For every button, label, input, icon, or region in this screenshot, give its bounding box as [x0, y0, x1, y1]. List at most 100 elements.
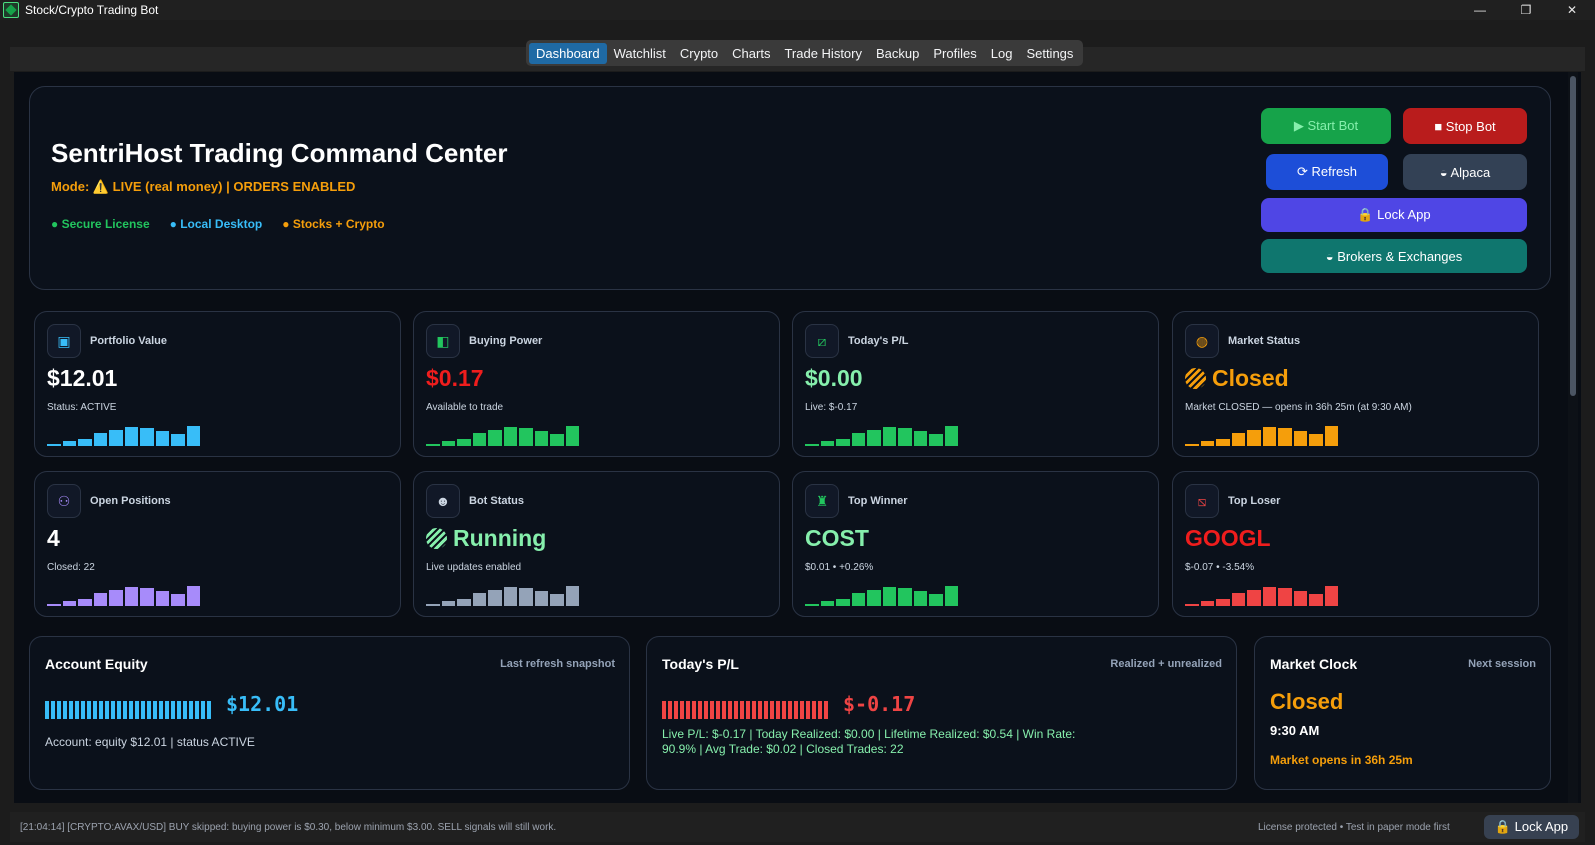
- spark-bar: [944, 426, 958, 446]
- card-value: COST: [805, 525, 869, 551]
- equity-details: Account: equity $12.01 | status ACTIVE: [45, 735, 255, 749]
- card-value: $0.17: [426, 365, 484, 391]
- spark-bar: [913, 431, 927, 446]
- stat-card-market-status: ◍ Market Status Closed Market CLOSED — open…: [1172, 311, 1539, 457]
- spark-bar: [171, 594, 185, 606]
- market-countdown: Market opens in 36h 25m: [1270, 753, 1413, 767]
- spark-bar: [488, 590, 502, 606]
- statusbar-lock-button[interactable]: 🔒 Lock App: [1484, 815, 1579, 839]
- stat-card-open-positions: ⚇ Open Positions 4 Closed: 22: [34, 471, 401, 617]
- app-logo-icon: [3, 2, 19, 18]
- status-message: [21:04:14] [CRYPTO:AVAX/USD] BUY skipped…: [20, 822, 557, 833]
- panel-hint: Last refresh snapshot: [500, 658, 615, 670]
- spark-bar: [1185, 444, 1199, 446]
- feature-tags: ● Secure License ● Local Desktop ● Stock…: [51, 217, 385, 231]
- meter-segment: [165, 701, 169, 719]
- market-clock-panel: Market Clock Next session Closed 9:30 AM…: [1254, 636, 1551, 790]
- sparkline: [805, 584, 958, 606]
- panel-title: Market Clock: [1270, 656, 1358, 672]
- meter-segment: [752, 701, 756, 719]
- meter-segment: [201, 701, 205, 719]
- lock-app-button[interactable]: 🔒 Lock App: [1261, 198, 1527, 232]
- spark-bar: [565, 426, 579, 446]
- trend-chart-icon: ⧄: [805, 324, 839, 358]
- spark-bar: [62, 601, 76, 606]
- spark-bar: [898, 428, 912, 446]
- meter-segment: [153, 701, 157, 719]
- spark-bar: [109, 590, 123, 606]
- meter-segment: [81, 701, 85, 719]
- card-subtext: Live updates enabled: [426, 562, 522, 573]
- briefcase-icon: ▣: [47, 324, 81, 358]
- start-bot-button[interactable]: ▶ Start Bot: [1261, 108, 1391, 144]
- meter-segment: [51, 701, 55, 719]
- spark-bar: [836, 599, 850, 606]
- spark-bar: [441, 441, 455, 446]
- minimize-icon[interactable]: —: [1457, 0, 1503, 20]
- meter-segment: [105, 701, 109, 719]
- tab-backup[interactable]: Backup: [869, 43, 926, 64]
- tab-trade-history[interactable]: Trade History: [777, 43, 869, 64]
- spark-bar: [836, 439, 850, 446]
- spark-bar: [155, 591, 169, 606]
- stat-card-bot-status: ☻ Bot Status Running Live updates enabled: [413, 471, 780, 617]
- alpaca-button[interactable]: ◒ Alpaca: [1403, 154, 1527, 190]
- spark-bar: [426, 444, 440, 446]
- spark-bar: [1247, 430, 1261, 446]
- meter-segment: [129, 701, 133, 719]
- brokers-exchanges-button[interactable]: ◒ Brokers & Exchanges: [1261, 239, 1527, 273]
- meter-segment: [87, 701, 91, 719]
- meter-segment: [135, 701, 139, 719]
- spark-bar: [1247, 590, 1261, 606]
- spark-bar: [534, 591, 548, 606]
- spark-bar: [1200, 601, 1214, 606]
- stat-card-top-winner: ♜ Top Winner COST $0.01 • +0.26%: [792, 471, 1159, 617]
- meter-segment: [806, 701, 810, 719]
- scrollbar-thumb[interactable]: [1570, 76, 1576, 396]
- meter-segment: [776, 701, 780, 719]
- meter-segment: [57, 701, 61, 719]
- pl-meter: [662, 701, 828, 719]
- spark-bar: [140, 588, 154, 606]
- tab-settings[interactable]: Settings: [1019, 43, 1080, 64]
- card-label: Open Positions: [90, 495, 171, 507]
- tab-dashboard[interactable]: Dashboard: [529, 42, 607, 64]
- spark-bar: [124, 427, 138, 446]
- close-icon[interactable]: ✕: [1549, 0, 1595, 20]
- meter-segment: [824, 701, 828, 719]
- meter-segment: [117, 701, 121, 719]
- maximize-icon[interactable]: ❐: [1503, 0, 1549, 20]
- pl-value: $-0.17: [843, 692, 916, 716]
- sparkline: [47, 424, 200, 446]
- spark-bar: [1278, 428, 1292, 446]
- spark-bar: [913, 591, 927, 606]
- stop-bot-button[interactable]: ■ Stop Bot: [1403, 108, 1527, 144]
- spark-bar: [140, 428, 154, 446]
- spark-bar: [519, 588, 533, 606]
- card-value-text: Closed: [1212, 365, 1289, 391]
- sparkline: [426, 584, 579, 606]
- sparkline: [1185, 424, 1338, 446]
- card-value: Closed: [1185, 365, 1289, 392]
- card-label: Buying Power: [469, 335, 543, 347]
- todays-pl-panel: Today's P/L Realized + unrealized $-0.17…: [646, 636, 1237, 790]
- card-subtext: $0.01 • +0.26%: [805, 562, 874, 573]
- spark-bar: [1216, 599, 1230, 606]
- spark-bar: [805, 444, 819, 446]
- tab-watchlist[interactable]: Watchlist: [607, 43, 673, 64]
- card-label: Portfolio Value: [90, 335, 168, 347]
- spark-bar: [78, 599, 92, 606]
- spark-bar: [441, 601, 455, 606]
- panel-hint: Realized + unrealized: [1110, 658, 1222, 670]
- tab-crypto[interactable]: Crypto: [673, 43, 725, 64]
- tab-profiles[interactable]: Profiles: [926, 43, 983, 64]
- meter-segment: [674, 701, 678, 719]
- meter-segment: [171, 701, 175, 719]
- tab-charts[interactable]: Charts: [725, 43, 777, 64]
- meter-segment: [668, 701, 672, 719]
- tab-log[interactable]: Log: [984, 43, 1020, 64]
- spark-bar: [867, 430, 881, 446]
- meter-segment: [788, 701, 792, 719]
- refresh-button[interactable]: ⟳ Refresh: [1266, 154, 1388, 190]
- spark-bar: [78, 439, 92, 446]
